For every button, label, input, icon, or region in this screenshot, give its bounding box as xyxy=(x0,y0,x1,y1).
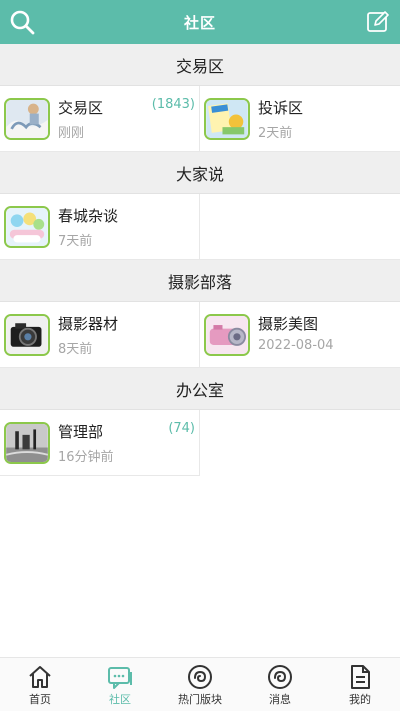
home-icon xyxy=(29,666,51,688)
tab-hot-boards[interactable]: 热门版块 xyxy=(160,658,240,711)
tab-messages[interactable]: 消息 xyxy=(240,658,320,711)
tab-community[interactable]: 社区 xyxy=(80,658,160,711)
section-header: 交易区 xyxy=(0,44,400,86)
forum-name: 摄影器材 xyxy=(58,315,119,333)
forum-list: 交易区 交易区 (1843) 刚刚 投诉区 2天前 大家说 春城杂谈 7天前 摄… xyxy=(0,44,400,476)
forum-row: 摄影器材 8天前 摄影美图 2022-08-04 xyxy=(0,302,400,368)
section-header: 摄影部落 xyxy=(0,260,400,302)
forum-name: 春城杂谈 xyxy=(58,207,119,225)
forum-item[interactable]: 摄影美图 2022-08-04 xyxy=(200,302,400,368)
forum-name: 管理部 xyxy=(58,423,104,441)
tab-profile[interactable]: 我的 xyxy=(320,658,400,711)
tab-label: 热门版块 xyxy=(178,693,222,706)
tab-home[interactable]: 首页 xyxy=(0,658,80,711)
forum-item[interactable]: 交易区 (1843) 刚刚 xyxy=(0,86,200,152)
forum-thumbnail xyxy=(4,98,50,140)
last-active-time: 2022-08-04 xyxy=(258,338,334,353)
tab-label: 我的 xyxy=(349,693,371,706)
search-icon[interactable] xyxy=(8,8,36,36)
section-header: 大家说 xyxy=(0,152,400,194)
top-bar: 社区 xyxy=(0,0,400,44)
tab-label: 首页 xyxy=(29,693,51,706)
post-count: (74) xyxy=(168,421,195,436)
hot-icon xyxy=(188,665,212,689)
forum-name: 摄影美图 xyxy=(258,315,319,333)
forum-thumbnail xyxy=(4,422,50,464)
last-active-time: 7天前 xyxy=(58,234,93,249)
forum-thumbnail xyxy=(204,98,250,140)
document-icon xyxy=(351,665,370,689)
edit-icon[interactable] xyxy=(366,10,390,34)
last-active-time: 2天前 xyxy=(258,126,293,141)
section-header: 办公室 xyxy=(0,368,400,410)
app-root: 社区 交易区 交易区 (1843) 刚刚 投诉区 2天前 大家说 春城杂谈 7天… xyxy=(0,0,400,711)
last-active-time: 8天前 xyxy=(58,342,93,357)
empty-cell xyxy=(200,194,400,260)
forum-row: 春城杂谈 7天前 xyxy=(0,194,400,260)
forum-item[interactable]: 投诉区 2天前 xyxy=(200,86,400,152)
message-icon xyxy=(268,665,292,689)
forum-row: 交易区 (1843) 刚刚 投诉区 2天前 xyxy=(0,86,400,152)
last-active-time: 刚刚 xyxy=(58,126,85,141)
forum-row: 管理部 (74) 16分钟前 xyxy=(0,410,400,476)
bottom-tab-bar: 首页 社区 热门版块 消息 我的 xyxy=(0,657,400,711)
forum-item[interactable]: 春城杂谈 7天前 xyxy=(0,194,200,260)
forum-item[interactable]: 管理部 (74) 16分钟前 xyxy=(0,410,200,476)
forum-item[interactable]: 摄影器材 8天前 xyxy=(0,302,200,368)
forum-name: 投诉区 xyxy=(258,99,304,117)
forum-thumbnail xyxy=(204,314,250,356)
tab-label: 社区 xyxy=(109,693,131,706)
forum-thumbnail xyxy=(4,314,50,356)
forum-name: 交易区 xyxy=(58,99,104,117)
last-active-time: 16分钟前 xyxy=(58,450,114,465)
forum-thumbnail xyxy=(4,206,50,248)
page-title: 社区 xyxy=(183,13,216,32)
chat-icon xyxy=(108,667,132,689)
post-count: (1843) xyxy=(151,97,195,112)
tab-label: 消息 xyxy=(269,693,291,706)
